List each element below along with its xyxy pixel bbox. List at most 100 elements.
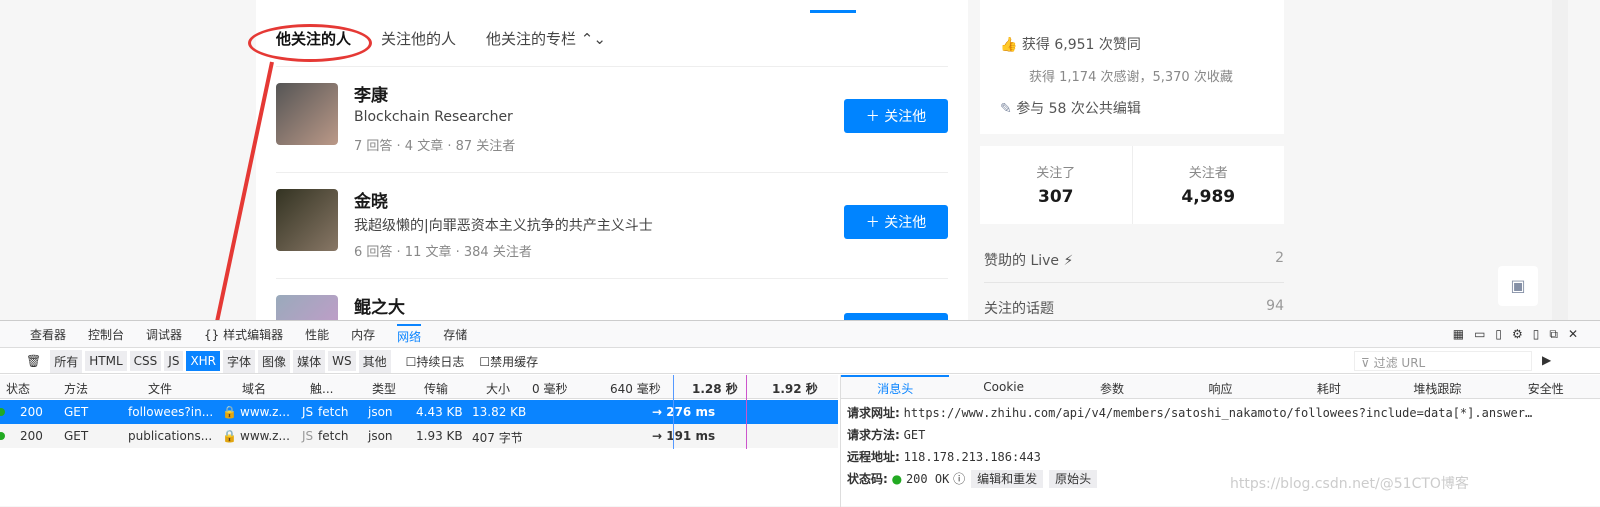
persist-logs-checkbox[interactable]: ☐持续日志 — [406, 353, 465, 370]
tool-performance[interactable]: 性能 — [305, 326, 329, 343]
col-status[interactable]: 状态 — [6, 380, 30, 397]
load-line — [746, 375, 747, 449]
filter-js[interactable]: JS — [164, 351, 184, 371]
annotation-circle — [248, 24, 372, 62]
toggle-sidebar-icon[interactable]: ▶ — [1542, 353, 1551, 367]
topics-link[interactable]: 关注的话题 94 — [984, 298, 1284, 318]
status-dot — [0, 408, 5, 416]
timeline-tick: 640 毫秒 — [610, 382, 661, 396]
details-tabs: 消息头 Cookie 参数 响应 耗时 堆栈跟踪 安全性 — [841, 375, 1600, 399]
filter-html[interactable]: HTML — [85, 351, 127, 371]
filter-css[interactable]: CSS — [129, 351, 162, 371]
tool-memory[interactable]: 内存 — [351, 326, 375, 343]
list-item: 金晓 我超级懒的|向罪恶资本主义抗争的共产主义斗士 6 回答 · 11 文章 ·… — [276, 172, 948, 276]
col-method[interactable]: 方法 — [64, 380, 88, 397]
edit-resend-button[interactable]: 编辑和重发 — [971, 470, 1044, 488]
edits-count: 参与 58 次公共编辑 — [1016, 101, 1141, 117]
tool-console[interactable]: 控制台 — [88, 326, 124, 343]
js-icon: JS — [302, 429, 314, 443]
sponsored-live-link[interactable]: 赞助的 Live ⚡ 2 — [984, 250, 1284, 283]
tab-columns[interactable]: 他关注的专栏 ⌃⌄ — [486, 28, 606, 49]
table-row[interactable]: 200 GET followees?in... 🔒 www.z... JS fe… — [0, 400, 838, 424]
filter-other[interactable]: 其他 — [358, 349, 391, 373]
filter-ws[interactable]: WS — [328, 351, 356, 371]
status-code: 状态码: ● 200 OK ⓘ 编辑和重发 原始头 — [847, 470, 1098, 488]
message-icon[interactable]: ▣ — [1498, 266, 1538, 306]
row-cause: fetch — [318, 429, 349, 443]
method-value: GET — [903, 428, 926, 442]
trash-icon[interactable]: 🗑 — [26, 354, 41, 368]
devtools: 查看器 控制台 调试器 {} 样式编辑器 性能 内存 网络 存储 ▦▭▯⚙▯⧉✕… — [0, 320, 1600, 507]
col-file[interactable]: 文件 — [148, 380, 172, 397]
tab-followers[interactable]: 关注他的人 — [381, 28, 456, 49]
row-domain: www.z... — [240, 405, 290, 419]
person-name[interactable]: 鲲之大 — [354, 293, 405, 318]
col-type[interactable]: 类型 — [372, 380, 396, 397]
devtools-window-controls[interactable]: ▦▭▯⚙▯⧉✕ — [1453, 327, 1588, 342]
url-value: https://www.zhihu.com/api/v4/members/sat… — [903, 406, 1533, 420]
table-row[interactable]: 200 GET publications... 🔒 www.z... JS fe… — [0, 424, 838, 448]
status-dot — [0, 432, 5, 440]
filter-bar: 🗑 所有 HTML CSS JS XHR 字体 图像 媒体 WS 其他 ☐持续日… — [0, 349, 1600, 374]
filter-images[interactable]: 图像 — [258, 349, 291, 373]
active-tab-indicator — [810, 10, 856, 13]
request-method: 请求方法: GET — [847, 426, 925, 443]
disable-cache-checkbox[interactable]: ☐禁用缓存 — [479, 353, 538, 370]
tool-storage[interactable]: 存储 — [443, 326, 467, 343]
tab-params[interactable]: 参数 — [1058, 375, 1166, 398]
filter-fonts[interactable]: 字体 — [223, 349, 256, 373]
col-cause[interactable]: 触... — [310, 380, 333, 397]
person-name[interactable]: 李康 — [354, 81, 388, 106]
tool-network[interactable]: 网络 — [397, 323, 422, 345]
row-status: 200 — [20, 405, 43, 419]
filter-media[interactable]: 媒体 — [293, 349, 326, 373]
disable-cache-label: 禁用缓存 — [490, 354, 539, 369]
request-table-header: 状态 方法 文件 域名 触... 类型 传输 大小 0 毫秒 640 毫秒 1.… — [0, 375, 838, 399]
status-label: 状态码: — [847, 472, 888, 486]
follow-button[interactable]: ＋ 关注他 — [844, 99, 948, 133]
filter-xhr[interactable]: XHR — [186, 351, 221, 371]
person-name[interactable]: 金晓 — [354, 187, 388, 212]
remote-value: 118.178.213.186:443 — [903, 450, 1041, 464]
dom-loaded-line — [673, 375, 674, 449]
raw-headers-button[interactable]: 原始头 — [1049, 470, 1098, 488]
remote-label: 远程地址: — [847, 450, 900, 464]
remote-address: 远程地址: 118.178.213.186:443 — [847, 448, 1041, 465]
filter-url-input[interactable]: ⊽ 过滤 URL — [1354, 351, 1532, 371]
col-size[interactable]: 大小 — [486, 380, 510, 397]
page-scrollbar[interactable] — [1552, 0, 1568, 320]
lock-icon: 🔒 — [222, 429, 237, 443]
followers-stat[interactable]: 关注者 4,989 — [1133, 146, 1285, 224]
row-file: publications... — [128, 429, 213, 443]
tab-security[interactable]: 安全性 — [1492, 375, 1600, 398]
tab-cookies[interactable]: Cookie — [949, 375, 1057, 398]
tool-debugger[interactable]: 调试器 — [146, 326, 182, 343]
row-transfer: 4.43 KB — [416, 405, 463, 419]
col-transfer[interactable]: 传输 — [424, 380, 448, 397]
tab-timings[interactable]: 耗时 — [1275, 375, 1383, 398]
tool-style-editor[interactable]: {} 样式编辑器 — [204, 326, 283, 343]
person-stats: 7 回答 · 4 文章 · 87 关注者 — [354, 139, 516, 154]
avatar[interactable] — [276, 189, 338, 251]
method-label: 请求方法: — [847, 428, 900, 442]
row-method: GET — [64, 429, 89, 443]
avatar[interactable] — [276, 83, 338, 145]
col-domain[interactable]: 域名 — [242, 380, 266, 397]
row-status: 200 — [20, 429, 43, 443]
tab-stack-trace[interactable]: 堆栈跟踪 — [1383, 375, 1491, 398]
tool-inspector[interactable]: 查看器 — [30, 326, 66, 343]
following-stat[interactable]: 关注了 307 — [980, 146, 1133, 224]
watermark: https://blog.csdn.net/@51CTO博客 — [1230, 476, 1469, 492]
js-icon: JS — [302, 405, 314, 419]
tab-headers[interactable]: 消息头 — [841, 375, 950, 398]
following-count: 307 — [1038, 187, 1074, 207]
help-icon[interactable]: ⓘ — [953, 472, 965, 486]
filter-all[interactable]: 所有 — [50, 349, 83, 373]
topics-label: 关注的话题 — [984, 301, 1054, 317]
filter-url-placeholder: 过滤 URL — [1373, 356, 1426, 370]
row-size: 407 字节 — [472, 431, 523, 445]
tab-response[interactable]: 响应 — [1166, 375, 1274, 398]
row-domain: www.z... — [240, 429, 290, 443]
likes-text: 👍 获得 6,951 次赞同 — [1000, 34, 1141, 54]
follow-button[interactable]: ＋ 关注他 — [844, 205, 948, 239]
